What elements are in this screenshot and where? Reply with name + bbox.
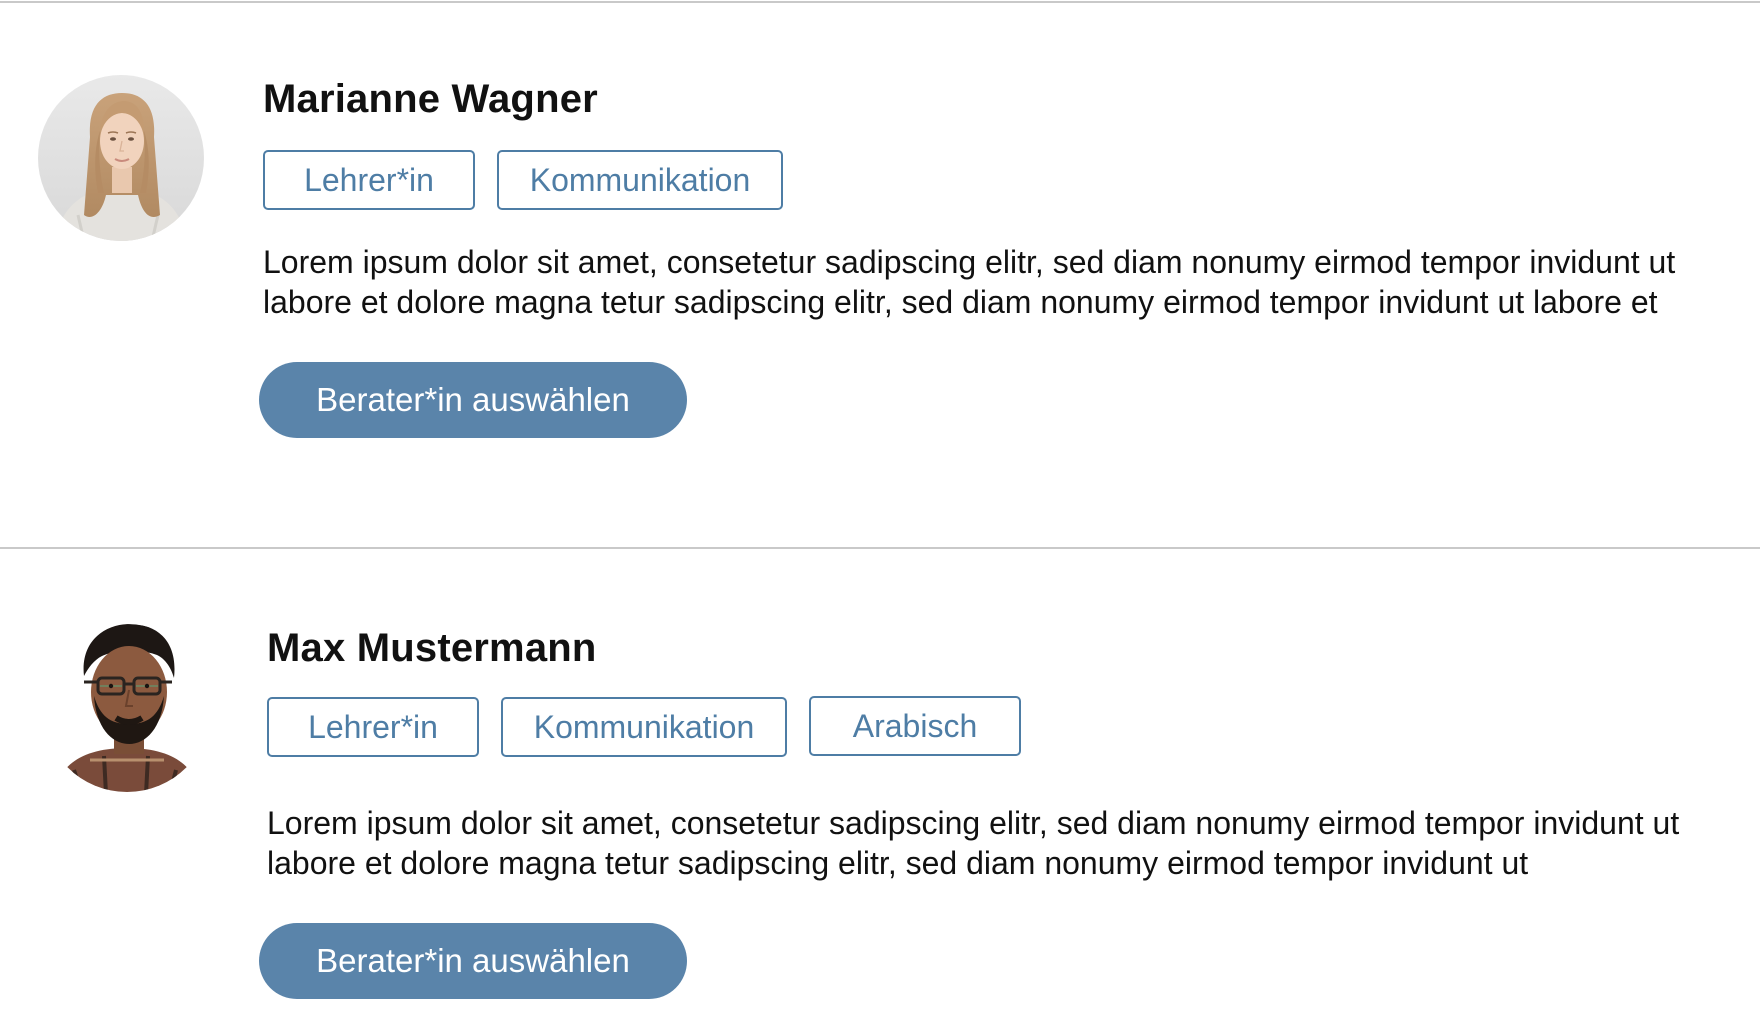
advisor-description: Lorem ipsum dolor sit amet, consetetur s… [263,244,1676,320]
select-advisor-button[interactable]: Berater*in auswählen [259,923,687,999]
advisor-card: Marianne Wagner Lehrer*in Kommunikation … [0,0,1760,548]
tag-arabisch[interactable]: Arabisch [809,696,1021,756]
tag-lehrerin[interactable]: Lehrer*in [263,150,475,210]
advisor-content: Max Mustermann Lehrer*in Kommunikation A… [259,625,1760,999]
advisor-content: Marianne Wagner Lehrer*in Kommunikation … [259,76,1760,438]
avatar-photo-man [44,624,210,792]
advisor-name: Max Mustermann [267,626,597,670]
tag-kommunikation[interactable]: Kommunikation [497,150,783,210]
tag-list: Lehrer*in Kommunikation Arabisch [267,696,1760,757]
avatar [44,620,210,794]
tag-lehrerin[interactable]: Lehrer*in [267,697,479,757]
tag-kommunikation[interactable]: Kommunikation [501,697,787,757]
avatar-photo-woman [38,75,204,241]
select-advisor-button[interactable]: Berater*in auswählen [259,362,687,438]
advisor-description: Lorem ipsum dolor sit amet, consetetur s… [267,805,1680,881]
tag-list: Lehrer*in Kommunikation [263,150,1760,210]
advisor-name: Marianne Wagner [263,77,598,121]
avatar [38,75,204,241]
advisor-card: Max Mustermann Lehrer*in Kommunikation A… [0,549,1760,1030]
